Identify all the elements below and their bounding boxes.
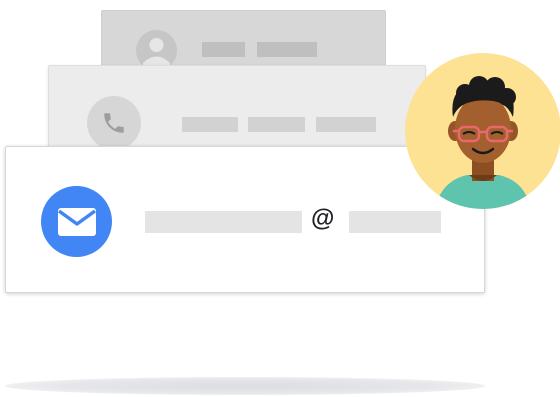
- email-user-placeholder: [145, 211, 302, 233]
- email-domain-placeholder: [349, 211, 441, 233]
- contact-card-back: [101, 10, 386, 71]
- person-avatar: [405, 53, 560, 209]
- email-card: @: [5, 146, 485, 293]
- detail-placeholder: [257, 42, 317, 57]
- name-placeholder: [202, 42, 245, 57]
- phone-placeholder-3: [316, 117, 376, 132]
- at-symbol: @: [311, 205, 335, 232]
- envelope-icon: [41, 186, 112, 257]
- phone-placeholder-2: [248, 117, 305, 132]
- phone-placeholder-1: [182, 117, 238, 132]
- ground-shadow: [5, 377, 485, 395]
- phone-icon: [87, 96, 141, 150]
